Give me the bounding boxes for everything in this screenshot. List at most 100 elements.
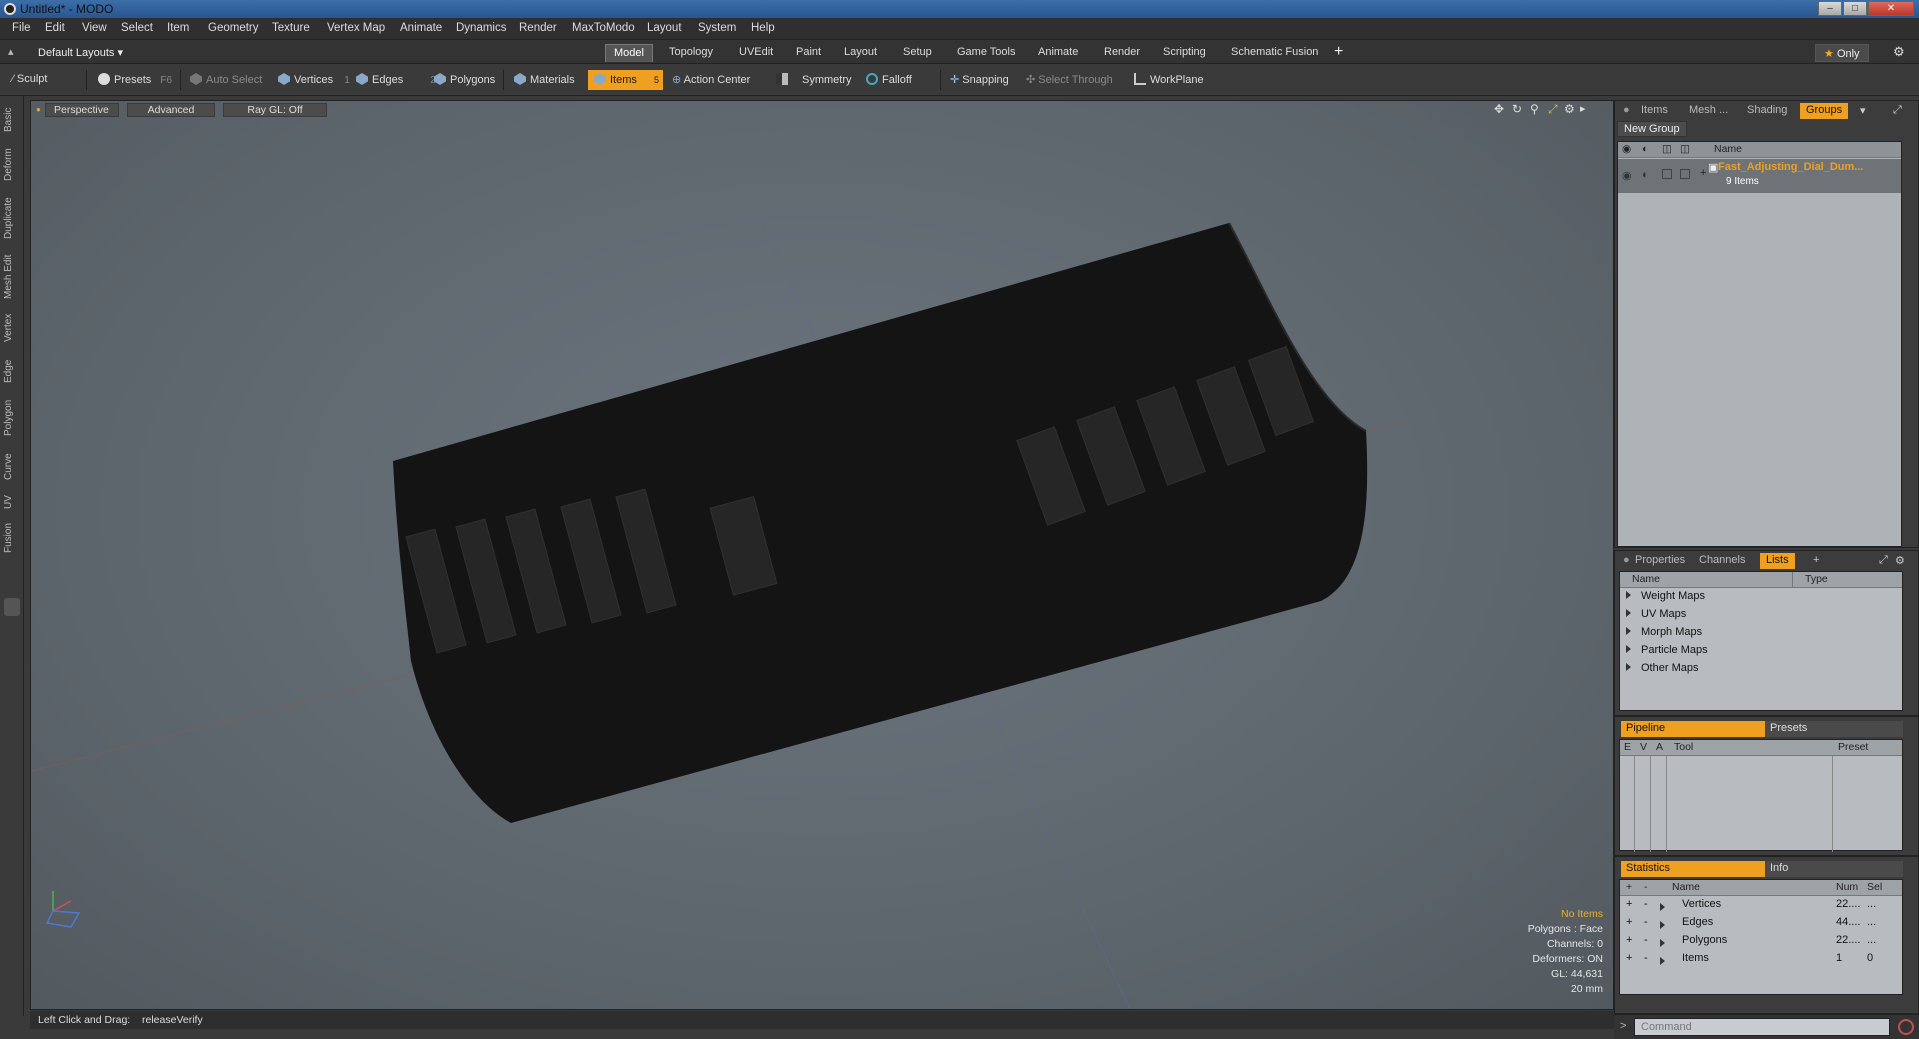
remove-icon[interactable]: - bbox=[1644, 952, 1648, 964]
falloff-button[interactable]: Falloff bbox=[860, 70, 918, 90]
tab-schematic-fusion[interactable]: Schematic Fusion bbox=[1223, 44, 1326, 62]
menu-geometry[interactable]: Geometry bbox=[208, 22, 259, 34]
select-through-button[interactable]: ✣ Select Through bbox=[1020, 70, 1119, 90]
menu-view[interactable]: View bbox=[82, 22, 107, 34]
tab-topology[interactable]: Topology bbox=[661, 44, 721, 62]
tab-game-tools[interactable]: Game Tools bbox=[949, 44, 1024, 62]
list-item[interactable]: Particle Maps bbox=[1620, 644, 1902, 662]
tab-setup[interactable]: Setup bbox=[895, 44, 940, 62]
symmetry-button[interactable]: Symmetry bbox=[770, 70, 858, 90]
tab-render[interactable]: Render bbox=[1096, 44, 1148, 62]
tab-info[interactable]: Info bbox=[1765, 861, 1903, 877]
left-tab-duplicate[interactable]: Duplicate bbox=[3, 192, 19, 244]
add-tab-icon[interactable]: + bbox=[1334, 43, 1343, 61]
tab-animate[interactable]: Animate bbox=[1030, 44, 1086, 62]
tab-statistics[interactable]: Statistics bbox=[1621, 861, 1765, 877]
left-tab-edge[interactable]: Edge bbox=[3, 356, 19, 386]
tab-presets[interactable]: Presets bbox=[1765, 721, 1903, 737]
expand-arrow-icon[interactable] bbox=[1626, 609, 1631, 617]
menu-edit[interactable]: Edit bbox=[45, 22, 65, 34]
expand-arrow-icon[interactable] bbox=[1626, 645, 1631, 653]
row-lock-icon[interactable]: ◐ bbox=[1642, 169, 1649, 181]
left-tab-polygon[interactable]: Polygon bbox=[3, 396, 19, 440]
tab-items[interactable]: Items bbox=[1641, 104, 1668, 116]
tab-scripting[interactable]: Scripting bbox=[1155, 44, 1214, 62]
remove-icon[interactable]: - bbox=[1644, 898, 1648, 910]
tab-channels[interactable]: Channels bbox=[1699, 554, 1745, 566]
menu-layout[interactable]: Layout bbox=[647, 22, 682, 34]
remove-icon[interactable]: - bbox=[1644, 934, 1648, 946]
tab-paint[interactable]: Paint bbox=[788, 44, 829, 62]
stat-row[interactable]: + - Polygons 22.... ... bbox=[1620, 934, 1902, 952]
stat-row[interactable]: + - Vertices 22.... ... bbox=[1620, 898, 1902, 916]
layout-collapse-icon[interactable]: ▴ bbox=[8, 45, 14, 58]
expand-arrow-icon[interactable] bbox=[1660, 957, 1665, 965]
minimize-button[interactable]: – bbox=[1818, 1, 1842, 16]
list-item[interactable]: UV Maps bbox=[1620, 608, 1902, 626]
maximize-button[interactable]: □ bbox=[1843, 1, 1867, 16]
close-button[interactable]: ✕ bbox=[1868, 1, 1914, 16]
expand-arrow-icon[interactable] bbox=[1660, 921, 1665, 929]
add-icon[interactable]: + bbox=[1626, 898, 1632, 910]
left-tab-curve[interactable]: Curve bbox=[3, 450, 19, 484]
expand-arrow-icon[interactable] bbox=[1660, 903, 1665, 911]
tab-model[interactable]: Model bbox=[605, 44, 653, 62]
materials-button[interactable]: Materials bbox=[508, 70, 581, 90]
workplane-button[interactable]: WorkPlane bbox=[1128, 70, 1210, 90]
new-group-button[interactable]: New Group bbox=[1617, 121, 1687, 137]
tab-layout[interactable]: Layout bbox=[836, 44, 885, 62]
only-toggle[interactable]: ★ Only bbox=[1815, 44, 1869, 62]
menu-item[interactable]: Item bbox=[167, 22, 189, 34]
auto-select-button[interactable]: Auto Select bbox=[184, 70, 268, 90]
left-tab-fusion[interactable]: Fusion bbox=[3, 520, 19, 556]
stat-row[interactable]: + - Edges 44.... ... bbox=[1620, 916, 1902, 934]
expand-arrow-icon[interactable] bbox=[1626, 627, 1631, 635]
groups-dropdown-icon[interactable]: ▾ bbox=[1860, 104, 1866, 117]
menu-select[interactable]: Select bbox=[121, 22, 153, 34]
sculpt-button[interactable]: ⁄ Sculpt bbox=[6, 70, 53, 90]
tab-mesh[interactable]: Mesh ... bbox=[1689, 104, 1728, 116]
menu-texture[interactable]: Texture bbox=[272, 22, 310, 34]
expand-arrow-icon[interactable] bbox=[1660, 939, 1665, 947]
command-input[interactable] bbox=[1634, 1018, 1890, 1036]
panel-gear-icon[interactable]: ⚙ bbox=[1895, 554, 1905, 567]
panel-expand-icon[interactable]: ⤢ bbox=[1879, 554, 1888, 567]
left-tabs-toggle[interactable] bbox=[4, 598, 20, 616]
group-row[interactable]: ◉ ◐ + ▣ Fast_Adjusting_Dial_Dum... 9 Ite… bbox=[1618, 159, 1901, 193]
layouts-dropdown[interactable]: Default Layouts ▾ bbox=[38, 46, 123, 59]
row-render-box[interactable] bbox=[1662, 169, 1672, 179]
left-tab-mesh-edit[interactable]: Mesh Edit bbox=[3, 252, 19, 302]
left-tab-vertex[interactable]: Vertex bbox=[3, 310, 19, 346]
left-tab-deform[interactable]: Deform bbox=[3, 144, 19, 186]
left-tab-uv[interactable]: UV bbox=[3, 492, 19, 512]
row-eye-icon[interactable]: ◉ bbox=[1622, 169, 1632, 182]
add-tab-icon[interactable]: + bbox=[1813, 554, 1819, 566]
add-icon[interactable]: + bbox=[1626, 934, 1632, 946]
expand-arrow-icon[interactable] bbox=[1626, 591, 1631, 599]
expand-icon[interactable]: + bbox=[1700, 167, 1706, 179]
expand-arrow-icon[interactable] bbox=[1626, 663, 1631, 671]
tab-lists[interactable]: Lists bbox=[1760, 553, 1795, 569]
list-item[interactable]: Weight Maps bbox=[1620, 590, 1902, 608]
menu-vertex-map[interactable]: Vertex Map bbox=[327, 22, 385, 34]
tab-groups[interactable]: Groups bbox=[1800, 103, 1849, 119]
left-tab-basic[interactable]: Basic bbox=[3, 102, 19, 138]
remove-icon[interactable]: - bbox=[1644, 916, 1648, 928]
items-button[interactable]: Items 5 bbox=[588, 70, 663, 90]
list-item[interactable]: Morph Maps bbox=[1620, 626, 1902, 644]
menu-render[interactable]: Render bbox=[519, 22, 557, 34]
menu-animate[interactable]: Animate bbox=[400, 22, 442, 34]
tab-properties[interactable]: Properties bbox=[1635, 554, 1685, 566]
polygons-button[interactable]: Polygons bbox=[428, 70, 501, 90]
snapping-button[interactable]: ✛ Snapping bbox=[944, 70, 1015, 90]
menu-file[interactable]: File bbox=[12, 22, 31, 34]
presets-button[interactable]: Presets F6 bbox=[92, 70, 178, 90]
menu-dynamics[interactable]: Dynamics bbox=[456, 22, 506, 34]
menu-system[interactable]: System bbox=[698, 22, 736, 34]
add-icon[interactable]: + bbox=[1626, 952, 1632, 964]
row-select-box[interactable] bbox=[1680, 169, 1690, 179]
menu-help[interactable]: Help bbox=[751, 22, 775, 34]
vertices-button[interactable]: Vertices 1 bbox=[272, 70, 356, 90]
action-center-button[interactable]: ⊕ Action Center bbox=[666, 70, 756, 90]
add-icon[interactable]: + bbox=[1626, 916, 1632, 928]
